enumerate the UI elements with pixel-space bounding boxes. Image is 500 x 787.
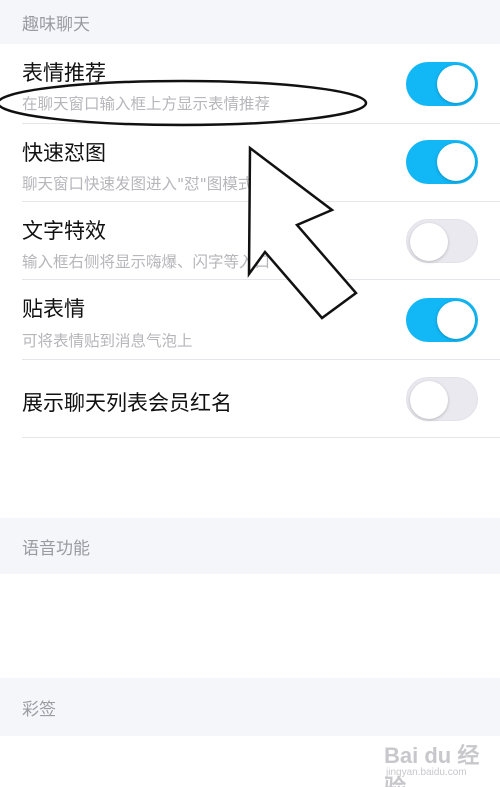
setting-title: 表情推荐 (22, 61, 106, 85)
setting-title: 展示聊天列表会员红名 (22, 391, 232, 415)
setting-row-sticker: 贴表情 可将表情贴到消息气泡上 (0, 280, 500, 360)
setting-row-text-effects: 文字特效 输入框右侧将显示嗨爆、闪字等入口 (0, 202, 500, 280)
baidu-jingyan-watermark: Bai du 经验 jingyan.baidu.com (380, 738, 490, 787)
section-title: 语音功能 (22, 538, 90, 559)
toggle-knob (437, 143, 475, 181)
setting-title: 贴表情 (22, 297, 85, 321)
setting-subtitle: 输入框右侧将显示嗨爆、闪字等入口 (22, 253, 271, 271)
section-title: 趣味聊天 (22, 14, 90, 35)
setting-subtitle: 可将表情贴到消息气泡上 (22, 332, 193, 350)
vip-red-name-toggle[interactable] (406, 377, 478, 421)
section-header-fun-chat: 趣味聊天 (0, 0, 500, 44)
setting-row-vip-red-name: 展示聊天列表会员红名 (0, 360, 500, 438)
toggle-knob (410, 381, 448, 419)
setting-title: 快速怼图 (22, 141, 106, 165)
section-header-caiqian: 彩签 (0, 678, 500, 736)
setting-row-emoji-recommend: 表情推荐 在聊天窗口输入框上方显示表情推荐 (0, 44, 500, 124)
emoji-recommend-toggle[interactable] (406, 62, 478, 106)
section-header-voice: 语音功能 (0, 518, 500, 574)
setting-row-quick-image: 快速怼图 聊天窗口快速发图进入"怼"图模式 (0, 124, 500, 202)
text-effects-toggle[interactable] (406, 219, 478, 263)
quick-image-toggle[interactable] (406, 140, 478, 184)
fun-chat-panel: 表情推荐 在聊天窗口输入框上方显示表情推荐 快速怼图 聊天窗口快速发图进入"怼"… (0, 44, 500, 438)
section-title: 彩签 (22, 699, 56, 720)
voice-panel (0, 574, 500, 678)
setting-subtitle: 聊天窗口快速发图进入"怼"图模式 (22, 175, 254, 193)
setting-subtitle: 在聊天窗口输入框上方显示表情推荐 (22, 95, 271, 113)
toggle-knob (437, 301, 475, 339)
watermark-main: Bai du 经验 (384, 743, 480, 787)
fun-chat-empty-area (0, 438, 500, 518)
setting-title: 文字特效 (22, 219, 106, 243)
watermark-sub: jingyan.baidu.com (386, 767, 467, 778)
toggle-knob (437, 65, 475, 103)
sticker-toggle[interactable] (406, 298, 478, 342)
toggle-knob (410, 223, 448, 261)
